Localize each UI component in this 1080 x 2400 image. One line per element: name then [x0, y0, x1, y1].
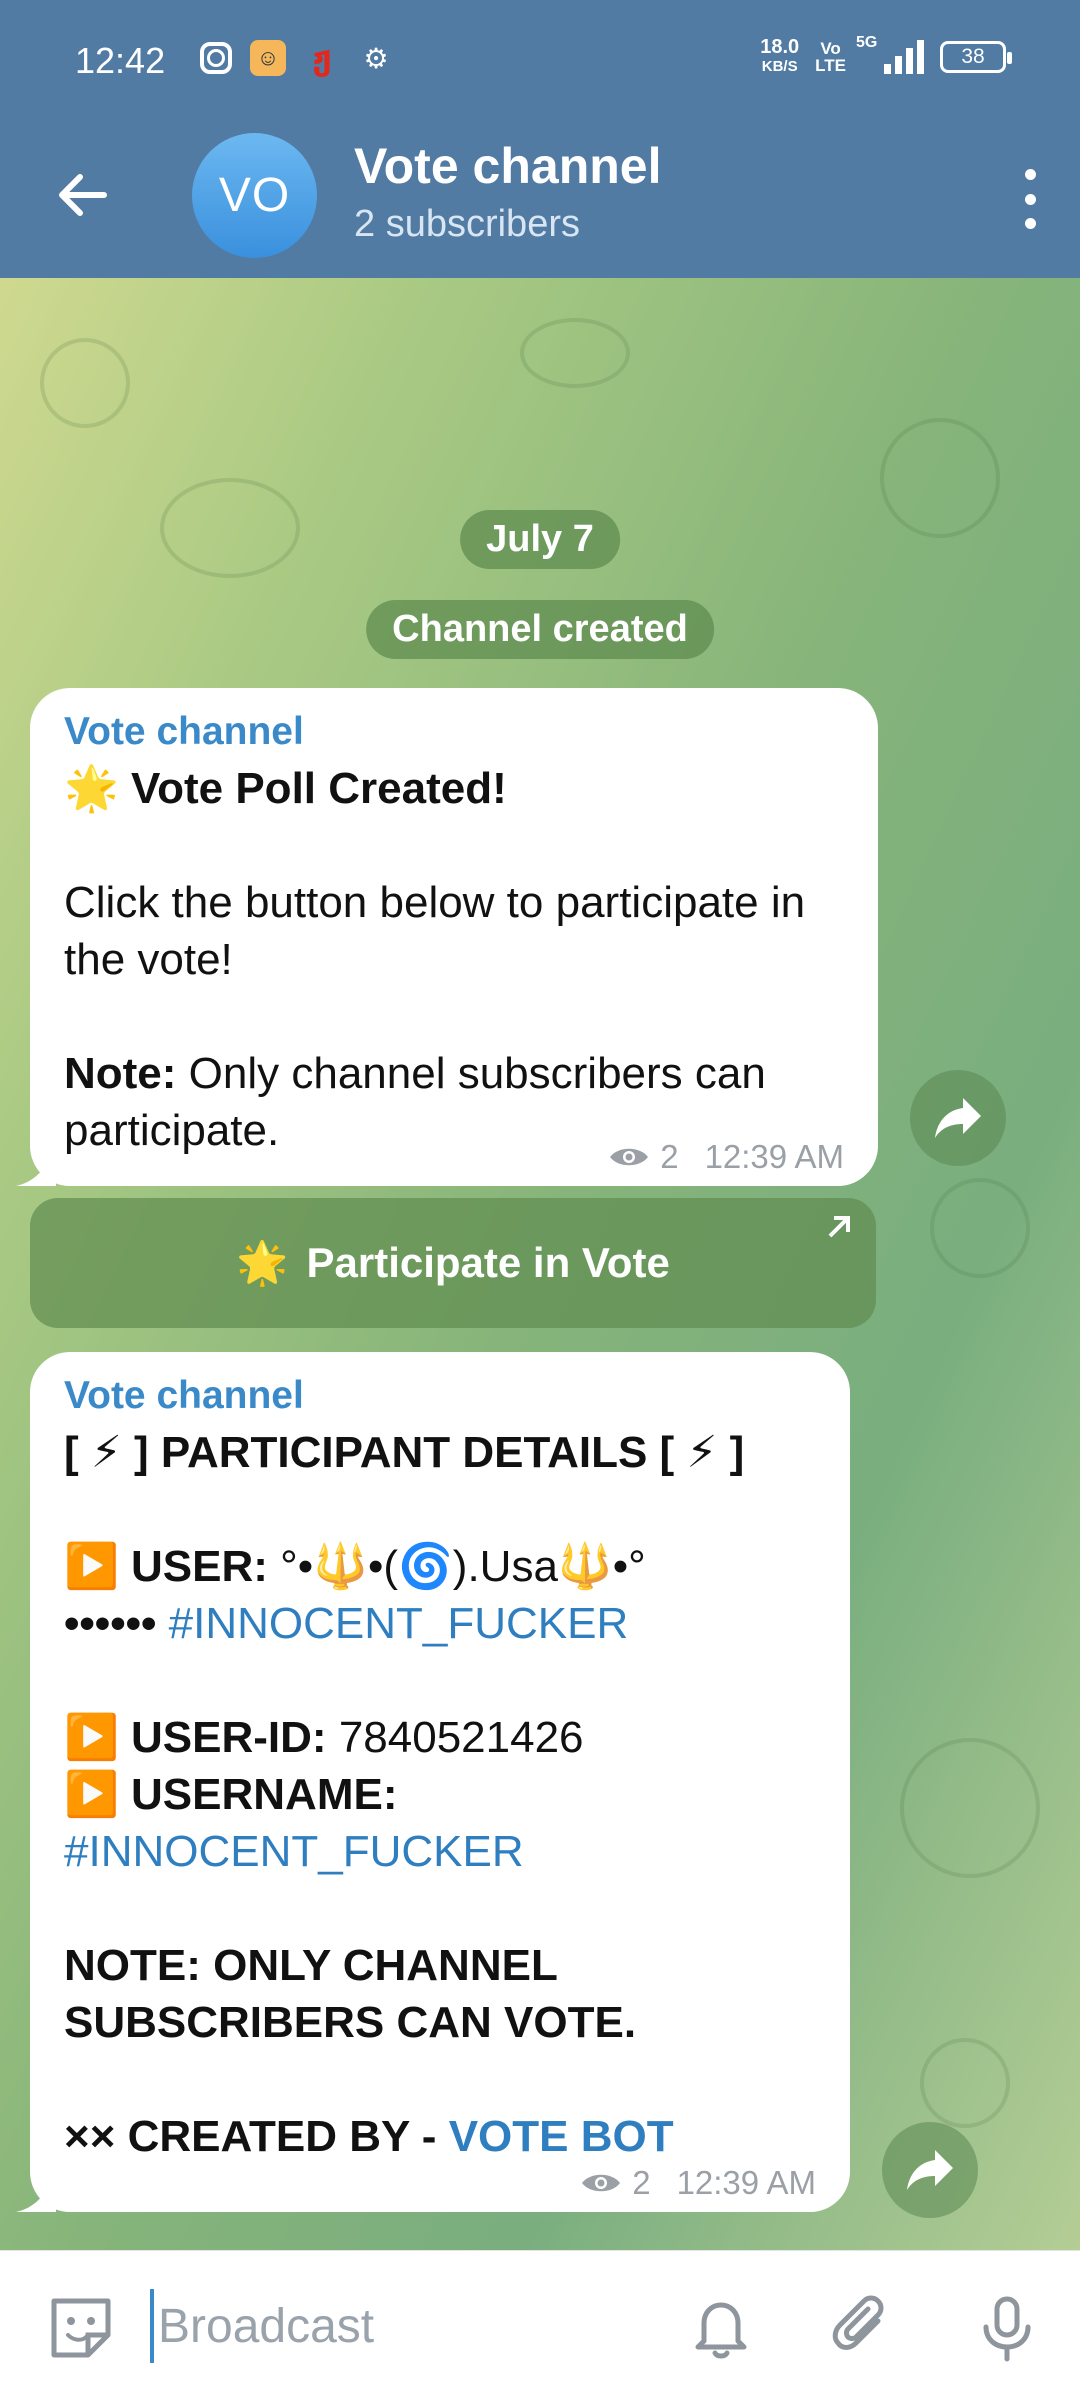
network-speed: 18.0 KB/S — [760, 36, 800, 76]
battery-level: 38 — [961, 45, 985, 68]
background-doodle — [920, 2038, 1010, 2128]
star-emoji: 🌟 — [64, 764, 119, 813]
instagram-icon — [200, 42, 232, 74]
user-label: USER: — [131, 1542, 268, 1591]
vote-note-line1: NOTE: ONLY CHANNEL — [64, 1941, 558, 1990]
star-emoji: 🌟 — [236, 1238, 289, 1286]
views-eye-icon — [610, 1148, 649, 1166]
message-meta: 2 12:39 AM — [580, 2164, 816, 2202]
forward-button[interactable] — [910, 1070, 1006, 1166]
chat-area[interactable]: July 7 Channel created Vote channel 🌟 Vo… — [0, 278, 1080, 2250]
date-pill: July 7 — [460, 510, 620, 569]
settings-gear-icon: ⚙ — [363, 42, 389, 74]
airtel-icon: ჟ — [312, 39, 332, 77]
background-doodle — [930, 1178, 1030, 1278]
status-right: 18.0 KB/S Vo LTE 5G 38 — [760, 34, 1012, 76]
user-value: °•🔱•(🌀).Usa🔱•° — [267, 1542, 646, 1591]
sticker-icon[interactable] — [44, 2291, 118, 2365]
input-bar — [0, 2250, 1080, 2400]
avatar-initials: VO — [218, 169, 291, 222]
username-label: USERNAME: — [131, 1770, 398, 1819]
bubble-tail — [16, 2172, 56, 2212]
message-heading: Vote Poll Created! — [131, 764, 507, 813]
more-options-icon[interactable] — [1015, 169, 1045, 229]
volte-bottom: LTE — [815, 56, 846, 75]
play-emoji: ▶️ — [64, 1542, 119, 1591]
lightning-emoji: ⚡ — [686, 1428, 718, 1477]
background-doodle — [900, 1738, 1040, 1878]
vote-bot-link[interactable]: VOTE BOT — [449, 2112, 674, 2161]
back-arrow-icon[interactable] — [52, 165, 112, 225]
userid-label: USER-ID: — [131, 1713, 327, 1762]
forward-arrow-icon — [907, 2150, 953, 2190]
channel-avatar[interactable]: VO — [192, 133, 317, 258]
message-time: 12:39 AM — [704, 1138, 844, 1175]
view-count: 2 — [660, 1138, 679, 1175]
forward-arrow-icon — [935, 1098, 981, 1138]
message-sender: Vote channel — [64, 710, 304, 753]
lightning-emoji: ⚡ — [90, 1428, 122, 1477]
chat-header: VO Vote channel 2 subscribers — [0, 125, 1080, 278]
play-emoji: ▶️ — [64, 1770, 119, 1819]
message-time: 12:39 AM — [676, 2164, 816, 2201]
broadcast-input[interactable] — [150, 2289, 650, 2363]
message-sender: Vote channel — [64, 1374, 304, 1417]
user-dots: •••••• — [64, 1599, 169, 1648]
background-doodle — [520, 318, 630, 388]
service-message: Channel created — [366, 600, 714, 659]
background-doodle — [880, 418, 1000, 538]
created-by-label: ×× CREATED BY - — [64, 2112, 449, 2161]
status-bar: 12:42 ☺ ჟ ⚙ 18.0 KB/S Vo LTE 5G 38 — [0, 0, 1080, 125]
status-time: 12:42 — [75, 40, 166, 81]
view-count: 2 — [632, 2164, 651, 2201]
message-body: Click the button below to participate in… — [64, 878, 806, 984]
bell-icon[interactable] — [684, 2291, 758, 2365]
background-doodle — [160, 478, 300, 578]
play-emoji: ▶️ — [64, 1713, 119, 1762]
userid-value: 7840521426 — [326, 1713, 584, 1762]
user-hashtag-link[interactable]: #INNOCENT_FUCKER — [169, 1599, 629, 1648]
app-notification-icon: ☺ — [250, 40, 286, 76]
message-bubble-participant[interactable]: Vote channel [ ⚡ ] PARTICIPANT DETAILS [… — [16, 1352, 850, 2212]
background-doodle — [40, 338, 130, 428]
views-eye-icon — [582, 2174, 621, 2192]
volte-top: Vo — [820, 39, 841, 58]
note-label: Note: — [64, 1049, 177, 1098]
message-bubble-poll[interactable]: Vote channel 🌟 Vote Poll Created! Click … — [16, 688, 878, 1186]
vote-note-line2: SUBSCRIBERS CAN VOTE. — [64, 1998, 637, 2047]
participate-button-label: Participate in Vote — [306, 1239, 670, 1286]
channel-title: Vote channel — [354, 138, 662, 194]
bubble-tail — [16, 1146, 56, 1186]
username-hashtag-link[interactable]: #INNOCENT_FUCKER — [64, 1827, 524, 1876]
forward-button[interactable] — [882, 2122, 978, 2218]
open-link-arrow-icon — [828, 1216, 850, 1238]
subscriber-count: 2 subscribers — [354, 203, 580, 245]
microphone-icon[interactable] — [970, 2291, 1044, 2365]
channel-title-block[interactable]: Vote channel 2 subscribers — [354, 137, 661, 246]
notification-icons: ☺ ჟ ⚙ — [200, 39, 394, 77]
volte-indicator: Vo LTE — [815, 40, 846, 74]
battery-icon: 38 — [940, 41, 1012, 73]
participant-heading: [ ⚡ ] PARTICIPANT DETAILS [ ⚡ ] — [64, 1428, 745, 1477]
message-meta: 2 12:39 AM — [608, 1138, 844, 1176]
network-type: 5G — [856, 34, 878, 51]
participate-in-vote-button[interactable]: 🌟 Participate in Vote — [30, 1198, 876, 1328]
net-speed-value: 18.0 — [760, 36, 800, 58]
signal-strength-icon: 5G — [856, 34, 924, 74]
net-speed-unit: KB/S — [761, 58, 798, 75]
attach-paperclip-icon[interactable] — [826, 2291, 900, 2365]
